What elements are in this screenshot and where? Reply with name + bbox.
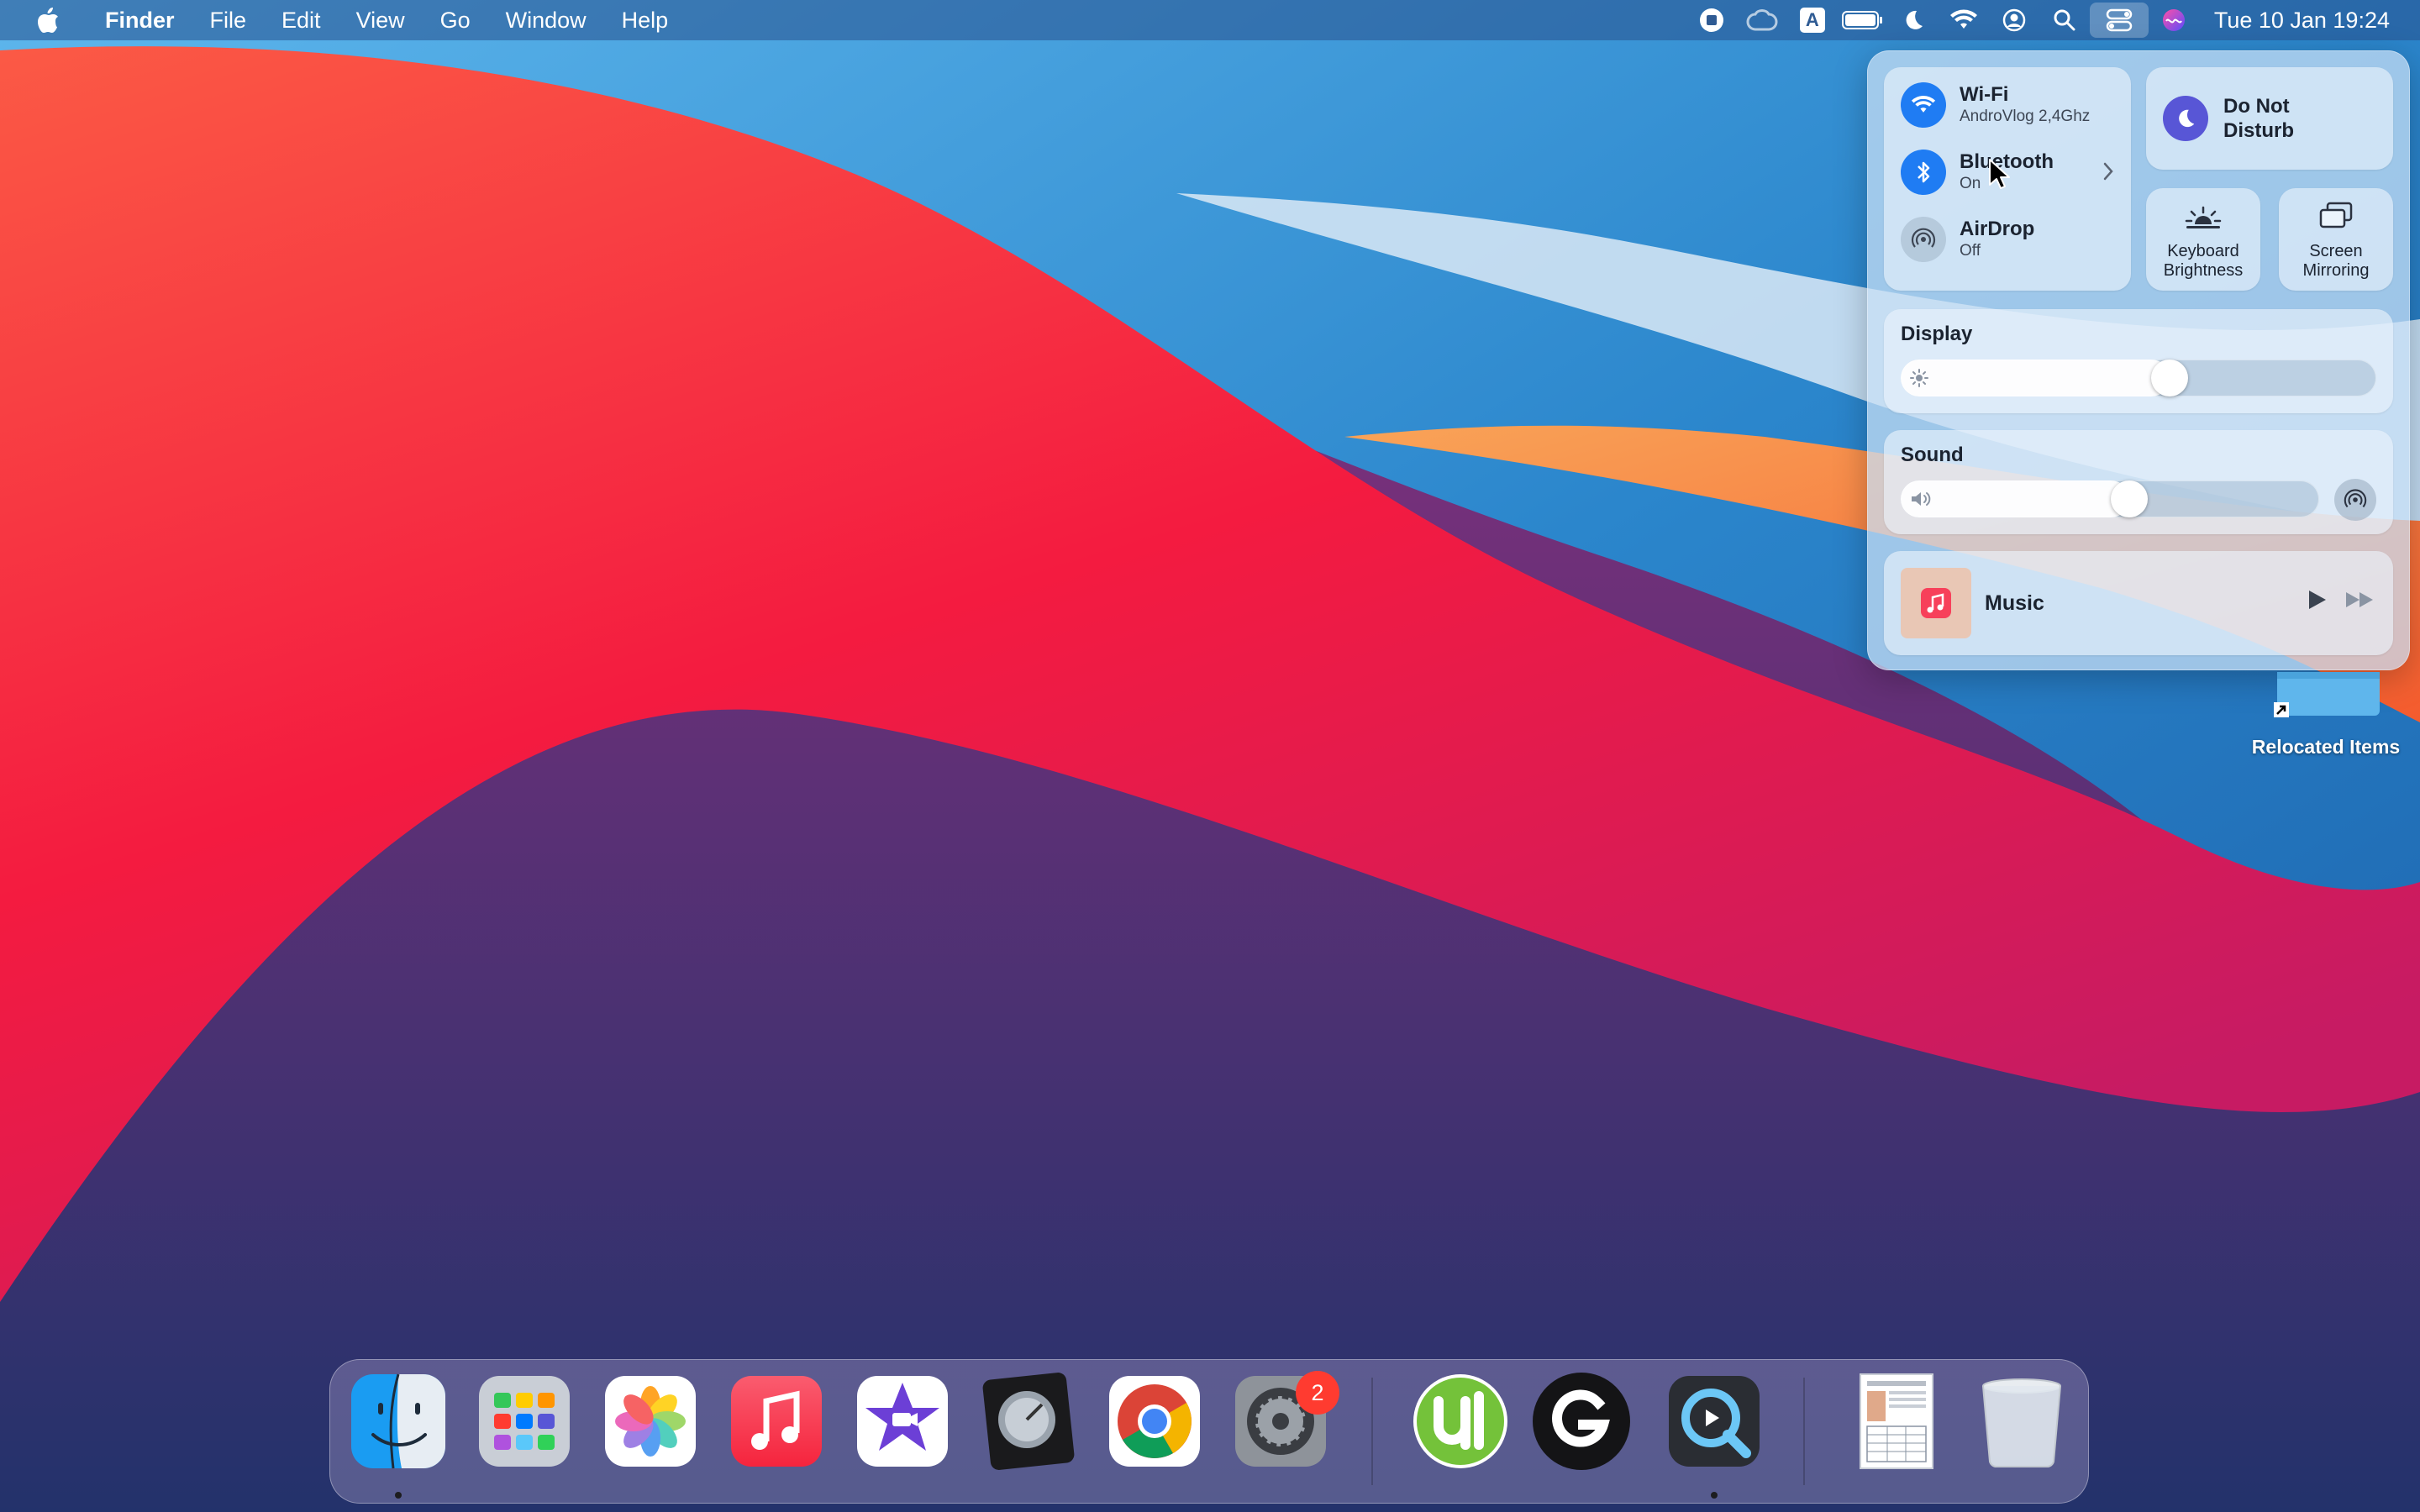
creative-cloud-icon[interactable] [1737, 0, 1787, 40]
moon-icon [2163, 96, 2208, 141]
display-module: Display [1884, 309, 2393, 413]
menu-edit[interactable]: Edit [264, 0, 339, 40]
menu-bar: Finder File Edit View Go Window Help A T… [0, 0, 2420, 40]
system-preferences-badge: 2 [1296, 1371, 1339, 1415]
dock-trash-icon[interactable] [1971, 1371, 2072, 1472]
input-source-icon[interactable]: A [1787, 0, 1838, 40]
dock-logic-pro-icon[interactable] [978, 1371, 1079, 1472]
airplay-icon [2344, 489, 2367, 508]
keyboard-brightness-button[interactable]: Keyboard Brightness [2146, 188, 2260, 291]
wifi-icon[interactable] [1939, 0, 1989, 40]
music-title: Music [1985, 591, 2044, 615]
spotlight-search-icon[interactable] [2039, 0, 2090, 40]
menu-help[interactable]: Help [604, 0, 687, 40]
dock-quicktime-icon[interactable] [1664, 1371, 1765, 1472]
finder-running-indicator [395, 1492, 402, 1499]
airdrop-icon [1901, 217, 1946, 262]
dock-photos-icon[interactable] [600, 1371, 701, 1472]
airdrop-title: AirDrop [1960, 218, 2035, 240]
volume-slider-fill [1901, 480, 2129, 517]
wifi-title: Wi-Fi [1960, 83, 2009, 106]
wifi-icon [1901, 82, 1946, 128]
dock-finder-icon[interactable] [348, 1371, 449, 1472]
dnd-label-line1: Do Not [2223, 95, 2290, 118]
keyboard-label-line2: Brightness [2163, 261, 2244, 280]
dock-logitech-g-hub-icon[interactable] [1531, 1371, 1632, 1472]
relocated-items-folder-icon[interactable] [2277, 672, 2380, 716]
input-source-label: A [1799, 8, 1825, 33]
do-not-disturb-moon-icon[interactable] [1888, 0, 1939, 40]
wifi-network-name: AndroVlog 2,4Ghz [1960, 108, 2091, 125]
menu-file[interactable]: File [192, 0, 265, 40]
dock-chrome-icon[interactable] [1104, 1371, 1205, 1472]
dock [329, 1359, 2089, 1504]
sound-label: Sound [1901, 444, 1964, 466]
wifi-toggle[interactable]: Wi-Fi AndroVlog 2,4Ghz [1901, 77, 2123, 133]
chevron-right-icon[interactable] [2102, 161, 2114, 186]
dock-launchpad-icon[interactable] [474, 1371, 575, 1472]
control-center-icon[interactable] [2089, 3, 2149, 38]
display-brightness-slider[interactable] [1901, 360, 2376, 396]
menu-go[interactable]: Go [423, 0, 488, 40]
apple-menu-icon[interactable] [34, 6, 62, 34]
airplay-audio-button[interactable] [2334, 479, 2376, 521]
fast-forward-icon[interactable] [2344, 590, 2375, 614]
alias-arrow-icon [2274, 702, 2289, 717]
bluetooth-icon [1901, 150, 1946, 195]
sun-icon [1909, 368, 1929, 392]
battery-icon[interactable] [1838, 0, 1888, 40]
mouse-cursor-icon [1989, 159, 2010, 189]
control-center-panel: Wi-Fi AndroVlog 2,4Ghz Bluetooth On AirD… [1867, 50, 2410, 670]
screen-mirroring-button[interactable]: Screen Mirroring [2279, 188, 2393, 291]
volume-slider-knob[interactable] [2111, 480, 2148, 517]
keyboard-label-line1: Keyboard [2167, 242, 2239, 260]
dock-music-icon[interactable] [726, 1371, 827, 1472]
menu-view[interactable]: View [339, 0, 423, 40]
dock-document-icon[interactable] [1845, 1371, 1946, 1472]
display-slider-fill [1901, 360, 2170, 396]
dock-utorrent-icon[interactable] [1410, 1371, 1511, 1472]
screen-mirroring-icon [2317, 201, 2354, 235]
do-not-disturb-module[interactable]: Do Not Disturb [2146, 67, 2393, 170]
quicktime-running-indicator [1711, 1492, 1718, 1499]
dock-separator-2 [1803, 1378, 1805, 1485]
bluetooth-toggle[interactable]: Bluetooth On [1901, 144, 2123, 200]
airdrop-toggle[interactable]: AirDrop Off [1901, 212, 2123, 267]
now-playing-module[interactable]: Music [1884, 551, 2393, 655]
display-slider-knob[interactable] [2151, 360, 2188, 396]
mirroring-label-line1: Screen [2309, 242, 2363, 260]
relocated-items-label[interactable]: Relocated Items [2242, 736, 2410, 759]
screen-recording-icon[interactable] [1686, 0, 1737, 40]
display-label: Display [1901, 323, 1973, 345]
dnd-label-line2: Disturb [2223, 119, 2294, 142]
menubar-clock[interactable]: Tue 10 Jan 19:24 [2199, 8, 2420, 34]
keyboard-brightness-icon [2183, 204, 2223, 235]
user-account-icon[interactable] [1989, 0, 2039, 40]
speaker-icon [1909, 489, 1933, 513]
sound-module: Sound [1884, 430, 2393, 534]
dock-imovie-icon[interactable] [852, 1371, 953, 1472]
volume-slider[interactable] [1901, 480, 2319, 517]
dock-separator [1371, 1378, 1373, 1485]
mirroring-label-line2: Mirroring [2302, 261, 2370, 280]
menu-window[interactable]: Window [488, 0, 604, 40]
airdrop-status: Off [1960, 242, 1981, 260]
music-app-icon [1901, 568, 1971, 638]
play-icon[interactable] [2306, 588, 2328, 616]
menu-app-name[interactable]: Finder [87, 0, 192, 40]
siri-icon[interactable] [2149, 0, 2199, 40]
